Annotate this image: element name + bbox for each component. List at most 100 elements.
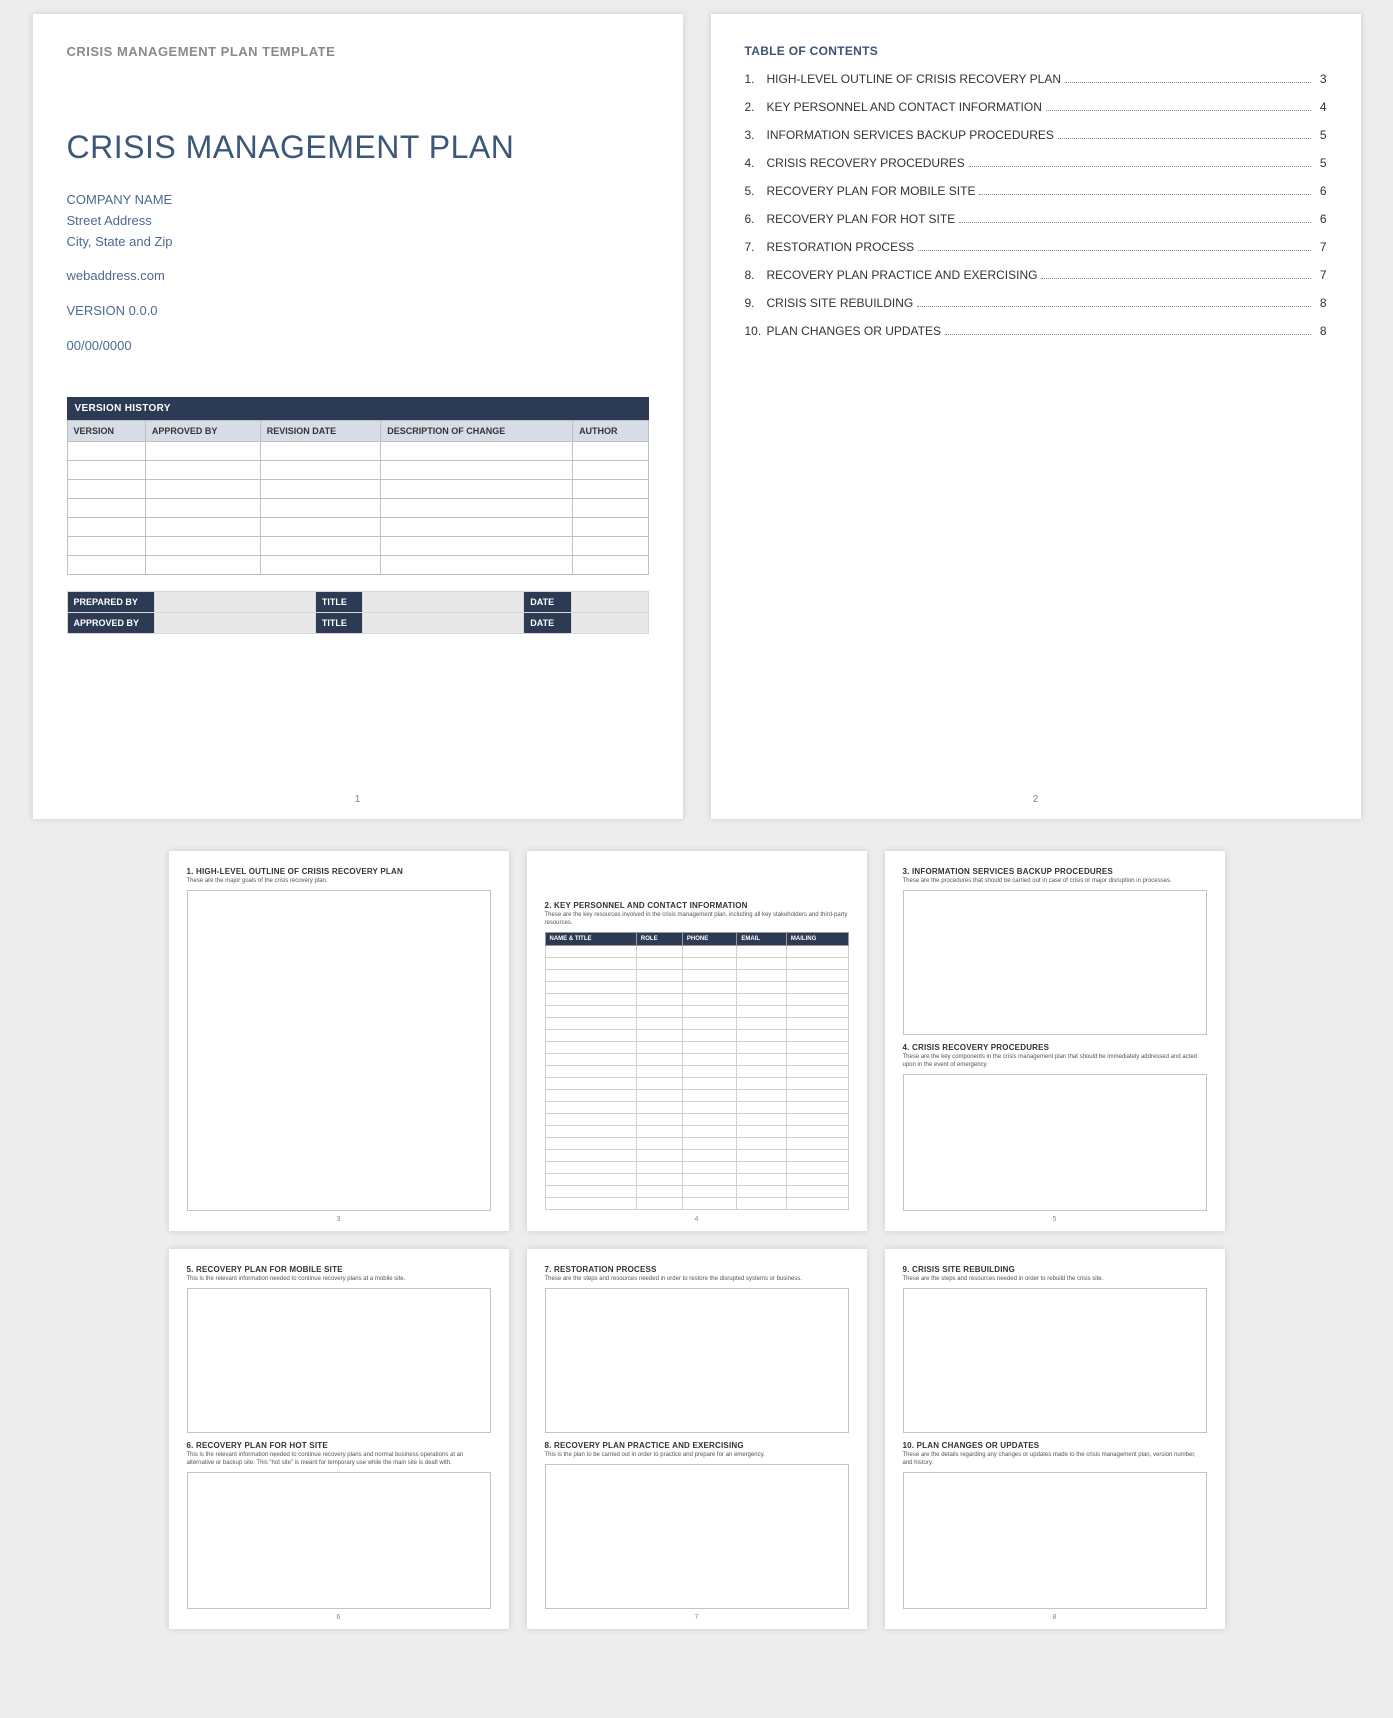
contact-row[interactable] bbox=[545, 1161, 848, 1173]
s10-sub: These are the details regarding any chan… bbox=[903, 1452, 1207, 1468]
s7-content-box[interactable] bbox=[545, 1288, 849, 1433]
title-label-2: TITLE bbox=[315, 612, 362, 633]
s3-sub: These are the procedures that should be … bbox=[903, 878, 1207, 886]
contact-row[interactable] bbox=[545, 1065, 848, 1077]
toc-page: 6 bbox=[1315, 184, 1327, 198]
toc-dots bbox=[1046, 110, 1311, 111]
page-7: 7. RESTORATION PROCESS These are the ste… bbox=[527, 1249, 867, 1629]
vh-row[interactable] bbox=[67, 441, 648, 460]
toc-title: CRISIS RECOVERY PROCEDURES bbox=[767, 156, 965, 170]
toc-title: CRISIS SITE REBUILDING bbox=[767, 296, 914, 310]
toc-title: PLAN CHANGES OR UPDATES bbox=[767, 324, 941, 338]
contact-row[interactable] bbox=[545, 957, 848, 969]
s3-content-box[interactable] bbox=[903, 890, 1207, 1035]
doc-version: VERSION 0.0.0 bbox=[67, 301, 649, 322]
prepared-title-value[interactable] bbox=[363, 591, 524, 612]
toc-page: 5 bbox=[1315, 156, 1327, 170]
page-number: 1 bbox=[355, 794, 361, 805]
toc-entry[interactable]: 7.RESTORATION PROCESS7 bbox=[745, 240, 1327, 254]
approved-by-label: APPROVED BY bbox=[67, 612, 154, 633]
contact-row[interactable] bbox=[545, 993, 848, 1005]
contact-row[interactable] bbox=[545, 981, 848, 993]
page-number: 6 bbox=[337, 1614, 341, 1621]
toc-entry[interactable]: 9.CRISIS SITE REBUILDING8 bbox=[745, 296, 1327, 310]
company-meta: COMPANY NAME Street Address City, State … bbox=[67, 190, 649, 357]
toc-entry[interactable]: 1.HIGH-LEVEL OUTLINE OF CRISIS RECOVERY … bbox=[745, 72, 1327, 86]
s3-title: 3. INFORMATION SERVICES BACKUP PROCEDURE… bbox=[903, 867, 1207, 876]
toc-entry[interactable]: 2.KEY PERSONNEL AND CONTACT INFORMATION4 bbox=[745, 100, 1327, 114]
toc-entry[interactable]: 3.INFORMATION SERVICES BACKUP PROCEDURES… bbox=[745, 128, 1327, 142]
page-number: 8 bbox=[1053, 1614, 1057, 1621]
toc-entry[interactable]: 6.RECOVERY PLAN FOR HOT SITE6 bbox=[745, 212, 1327, 226]
toc-num: 6. bbox=[745, 212, 767, 226]
contact-row[interactable] bbox=[545, 1149, 848, 1161]
toc-entry[interactable]: 5.RECOVERY PLAN FOR MOBILE SITE6 bbox=[745, 184, 1327, 198]
contact-row[interactable] bbox=[545, 1053, 848, 1065]
toc-title: RECOVERY PLAN FOR HOT SITE bbox=[767, 212, 956, 226]
contact-row[interactable] bbox=[545, 1125, 848, 1137]
s5-content-box[interactable] bbox=[187, 1288, 491, 1433]
doc-date: 00/00/0000 bbox=[67, 336, 649, 357]
toc-entry[interactable]: 10.PLAN CHANGES OR UPDATES8 bbox=[745, 324, 1327, 338]
toc-title: HIGH-LEVEL OUTLINE OF CRISIS RECOVERY PL… bbox=[767, 72, 1062, 86]
contact-row[interactable] bbox=[545, 1089, 848, 1101]
prepared-by-value[interactable] bbox=[154, 591, 315, 612]
approved-date-value[interactable] bbox=[571, 612, 648, 633]
approved-title-value[interactable] bbox=[363, 612, 524, 633]
s6-sub: This is the relevant information needed … bbox=[187, 1452, 491, 1468]
prepared-date-value[interactable] bbox=[571, 591, 648, 612]
contact-row[interactable] bbox=[545, 1029, 848, 1041]
contact-row[interactable] bbox=[545, 1173, 848, 1185]
s1-content-box[interactable] bbox=[187, 890, 491, 1211]
s10-content-box[interactable] bbox=[903, 1472, 1207, 1609]
toc-num: 9. bbox=[745, 296, 767, 310]
page-5: 3. INFORMATION SERVICES BACKUP PROCEDURE… bbox=[885, 851, 1225, 1231]
s9-title: 9. CRISIS SITE REBUILDING bbox=[903, 1265, 1207, 1274]
contact-row[interactable] bbox=[545, 1113, 848, 1125]
toc-page: 7 bbox=[1315, 240, 1327, 254]
page-number: 4 bbox=[695, 1216, 699, 1223]
page-2-toc: TABLE OF CONTENTS 1.HIGH-LEVEL OUTLINE O… bbox=[711, 14, 1361, 819]
contact-row[interactable] bbox=[545, 1017, 848, 1029]
vh-row[interactable] bbox=[67, 517, 648, 536]
date-label-2: DATE bbox=[524, 612, 571, 633]
toc-num: 4. bbox=[745, 156, 767, 170]
toc-page: 8 bbox=[1315, 324, 1327, 338]
contact-col-header: ROLE bbox=[636, 932, 682, 945]
s4-content-box[interactable] bbox=[903, 1074, 1207, 1211]
contact-row[interactable] bbox=[545, 1077, 848, 1089]
vh-row[interactable] bbox=[67, 536, 648, 555]
vh-row[interactable] bbox=[67, 498, 648, 517]
s4-title: 4. CRISIS RECOVERY PROCEDURES bbox=[903, 1043, 1207, 1052]
contact-table: NAME & TITLEROLEPHONEEMAILMAILING bbox=[545, 932, 849, 1210]
vh-row[interactable] bbox=[67, 555, 648, 574]
toc-entry[interactable]: 8.RECOVERY PLAN PRACTICE AND EXERCISING7 bbox=[745, 268, 1327, 282]
contact-row[interactable] bbox=[545, 1041, 848, 1053]
contact-row[interactable] bbox=[545, 1197, 848, 1209]
contact-row[interactable] bbox=[545, 1005, 848, 1017]
toc-num: 8. bbox=[745, 268, 767, 282]
vh-row[interactable] bbox=[67, 460, 648, 479]
toc-dots bbox=[945, 334, 1311, 335]
contact-row[interactable] bbox=[545, 969, 848, 981]
vh-col-header: VERSION bbox=[67, 420, 145, 441]
approved-by-value[interactable] bbox=[154, 612, 315, 633]
toc-title: INFORMATION SERVICES BACKUP PROCEDURES bbox=[767, 128, 1054, 142]
toc-page: 3 bbox=[1315, 72, 1327, 86]
toc-entry[interactable]: 4.CRISIS RECOVERY PROCEDURES 5 bbox=[745, 156, 1327, 170]
contact-col-header: PHONE bbox=[682, 932, 736, 945]
contact-row[interactable] bbox=[545, 1185, 848, 1197]
s8-sub: This is the plan to be carried out in or… bbox=[545, 1452, 849, 1460]
toc-page: 5 bbox=[1315, 128, 1327, 142]
vh-row[interactable] bbox=[67, 479, 648, 498]
contact-row[interactable] bbox=[545, 1137, 848, 1149]
toc-dots bbox=[917, 306, 1310, 307]
toc-num: 2. bbox=[745, 100, 767, 114]
company-name: COMPANY NAME bbox=[67, 190, 649, 211]
contact-row[interactable] bbox=[545, 1101, 848, 1113]
contact-row[interactable] bbox=[545, 945, 848, 957]
toc-title: RECOVERY PLAN PRACTICE AND EXERCISING bbox=[767, 268, 1038, 282]
s9-content-box[interactable] bbox=[903, 1288, 1207, 1433]
s6-content-box[interactable] bbox=[187, 1472, 491, 1609]
s8-content-box[interactable] bbox=[545, 1464, 849, 1609]
